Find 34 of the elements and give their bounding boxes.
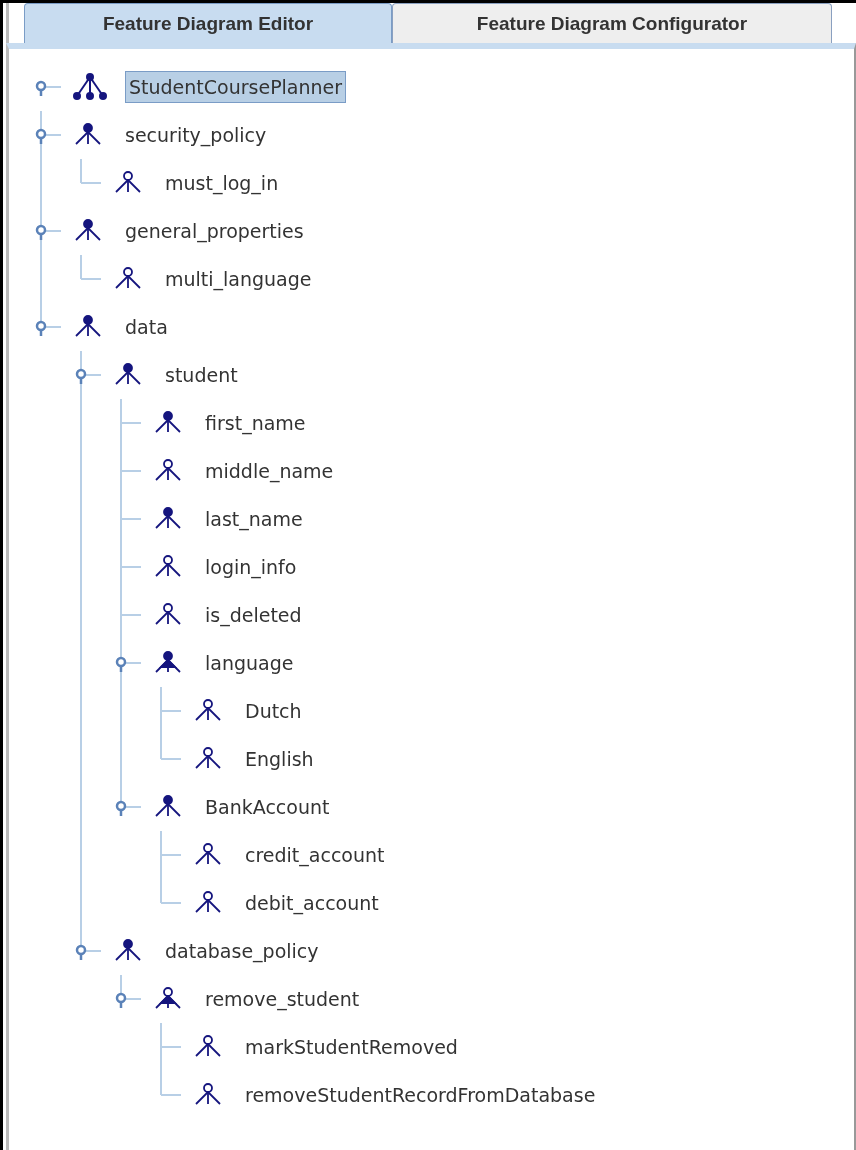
tree-node-label[interactable]: must_log_in (161, 167, 283, 199)
tree-node-label[interactable]: language (201, 647, 298, 679)
expand-handle-icon[interactable] (34, 222, 48, 240)
expand-handle-icon[interactable] (114, 654, 128, 672)
tree-node-label[interactable]: student (161, 359, 242, 391)
expand-handle-icon[interactable] (74, 942, 88, 960)
tab[interactable]: Feature Diagram Configurator (392, 3, 832, 43)
tree-node-label[interactable]: markStudentRemoved (241, 1031, 462, 1063)
tab[interactable]: Feature Diagram Editor (24, 3, 392, 43)
tree-node-label[interactable]: multi_language (161, 263, 316, 295)
tree-node-label[interactable]: login_info (201, 551, 301, 583)
tree-node-label[interactable]: middle_name (201, 455, 338, 487)
tree-node-label[interactable]: BankAccount (201, 791, 334, 823)
tree-node-label[interactable]: security_policy (121, 119, 271, 151)
expand-handle-icon[interactable] (34, 78, 48, 96)
tree-node-label[interactable]: Dutch (241, 695, 306, 727)
tree-node-label[interactable]: English (241, 743, 318, 775)
tree-node-label[interactable]: removeStudentRecordFromDatabase (241, 1079, 600, 1111)
expand-handle-icon[interactable] (34, 318, 48, 336)
tree-node-label[interactable]: first_name (201, 407, 310, 439)
tree-node-label[interactable]: debit_account (241, 887, 383, 919)
tree-node-label[interactable]: data (121, 311, 172, 343)
expand-handle-icon[interactable] (114, 798, 128, 816)
tree-node-label[interactable]: general_properties (121, 215, 308, 247)
tree-node-label[interactable]: remove_student (201, 983, 364, 1015)
expand-handle-icon[interactable] (74, 366, 88, 384)
expand-handle-icon[interactable] (34, 126, 48, 144)
tree-node-label[interactable]: credit_account (241, 839, 389, 871)
tree-node-label[interactable]: StudentCoursePlanner (125, 71, 347, 103)
tree-node-label[interactable]: last_name (201, 503, 307, 535)
tree-node-label[interactable]: is_deleted (201, 599, 306, 631)
tree-node-label[interactable]: database_policy (161, 935, 323, 967)
expand-handle-icon[interactable] (114, 990, 128, 1008)
concept-icon (73, 73, 107, 101)
